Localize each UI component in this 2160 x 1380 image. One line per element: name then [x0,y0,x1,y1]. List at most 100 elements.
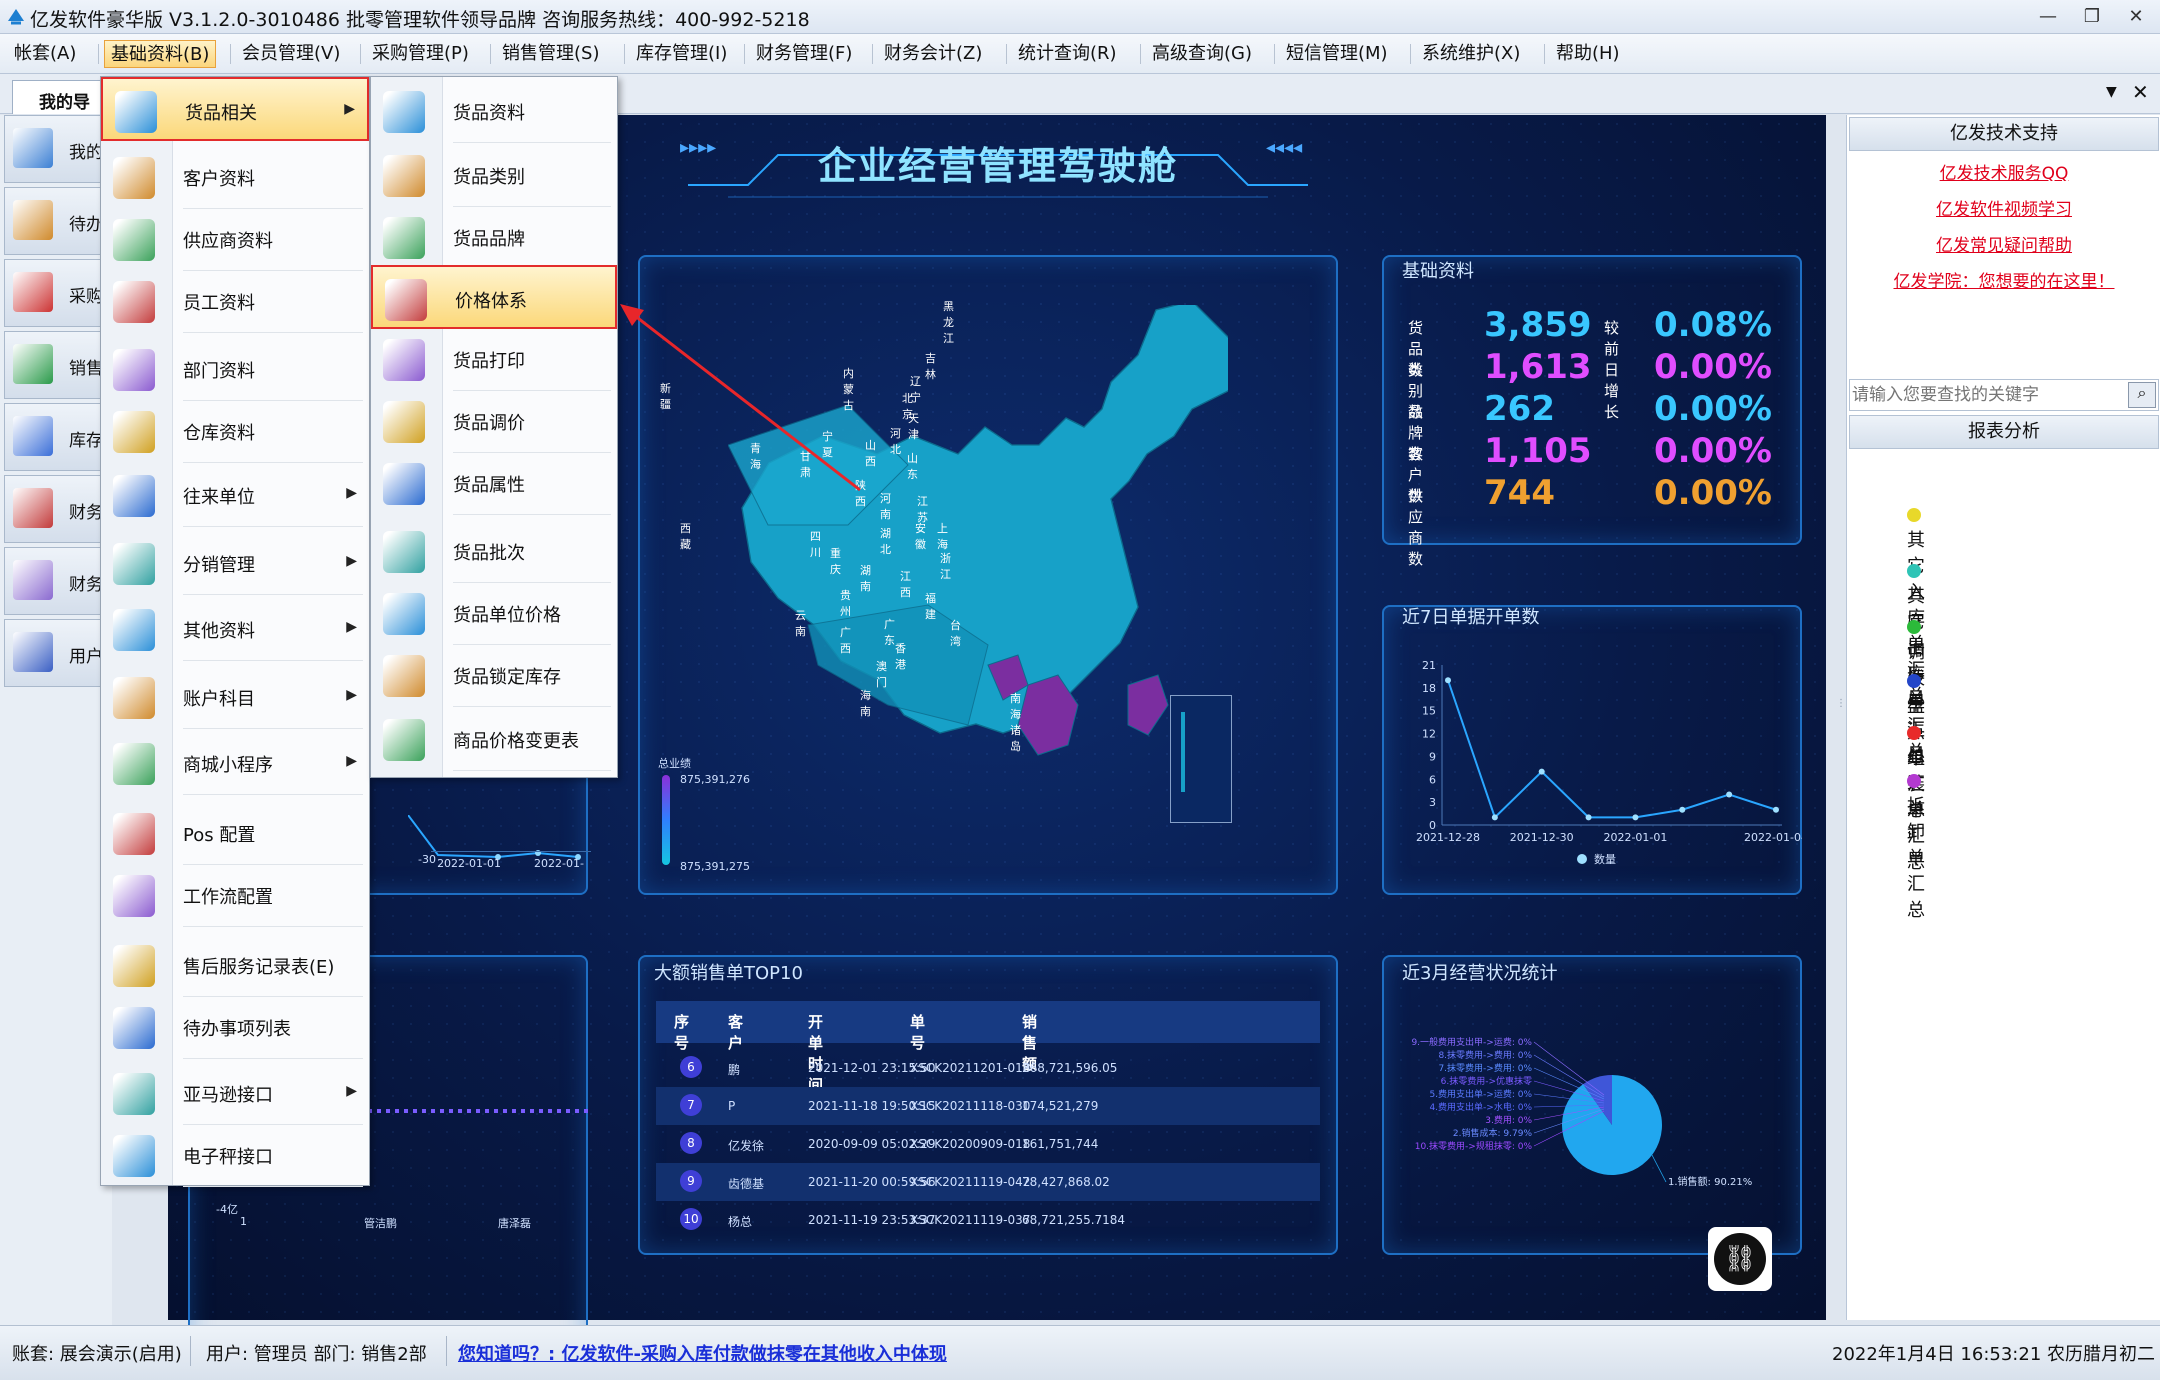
menu-10[interactable]: 短信管理(M) [1280,40,1394,68]
main_menu-item[interactable]: 账户科目 ▶ [101,665,369,729]
main_menu-item[interactable]: 商城小程序 ▶ [101,731,369,795]
menu-item-label: 货品属性 [453,475,525,496]
pie-label: 2.销售成本: 9.79% [1453,1127,1533,1139]
main_menu-item[interactable]: 往来单位 ▶ [101,463,369,527]
menu-11[interactable]: 系统维护(X) [1416,40,1526,68]
menu-separator [1140,44,1141,64]
data-point[interactable] [1538,768,1545,775]
seven-day-chart[interactable]: 2118151296302021-12-28 2021-12-30 2022-01-… [1382,625,1802,895]
left-nav-item[interactable]: 库存 [4,403,108,471]
row-number-badge: 8 [680,1132,702,1154]
sub_menu-item[interactable]: 价格体系 [371,265,617,329]
data-point[interactable] [1679,806,1686,813]
left-nav-item[interactable]: 待办 [4,187,108,255]
left-nav-item[interactable]: 财务 [4,547,108,615]
main_menu-item[interactable]: 分销管理 ▶ [101,531,369,595]
splitter-handle[interactable]: ⋮ [1836,699,1846,740]
main_menu-item[interactable]: 客户资料 [101,145,369,209]
goods-submenu: 货品资料 货品类别 货品品牌价格体系货品打印货品调价货品属性货品批次 货品单位价格 货品… [370,76,618,778]
main_menu-item[interactable]: 工作流配置 [101,863,369,927]
sub_menu-item[interactable]: 货品单位价格 [371,581,617,645]
main_menu-item[interactable]: 待办事项列表 [101,995,369,1059]
support-link[interactable]: 亿发常见疑问帮助 [1847,231,2160,256]
main_menu-item[interactable]: 电子秤接口 [101,1123,369,1187]
main_menu-item[interactable]: 部门资料 [101,337,369,401]
sub_menu-item[interactable]: 货品品牌 [371,205,617,269]
data-point[interactable] [1585,814,1592,821]
menu-divider [183,332,363,333]
report-item[interactable]: 拆卸单汇总 [1907,771,1937,922]
main_menu-item[interactable]: 仓库资料 [101,399,369,463]
pie-chart[interactable]: 9.一般费用支出甲->运费: 0%8.抹零费用->费用: 0%7.抹零费用->费… [1382,985,1802,1245]
menu-9[interactable]: 高级查询(G) [1146,40,1258,68]
menu-8[interactable]: 统计查询(R) [1012,40,1123,68]
sub_menu-item[interactable]: 货品资料 [371,79,617,143]
link-button[interactable]: ⛓ [1708,1227,1772,1291]
menu-1[interactable]: 基础资料(B) [104,40,217,68]
minimize-icon[interactable]: — [2028,4,2068,30]
menu-0[interactable]: 帐套(A) [8,40,82,68]
menu-item-label: 价格体系 [455,291,527,312]
support-link[interactable]: 亿发学院：您想要的在这里！ [1847,267,2160,292]
menu-7[interactable]: 财务会计(Z) [878,40,988,68]
left-nav-item[interactable]: 采购 [4,259,108,327]
left-nav-item[interactable]: 用户 [4,619,108,687]
data-point[interactable] [1445,677,1451,684]
left-nav-item[interactable]: 财务 [4,475,108,543]
sub_menu-item[interactable]: 货品调价 [371,389,617,453]
table-row[interactable]: 6 鹏 2021-12-01 23:15:50 XSCK20211201-018 268… [656,1049,1320,1087]
support-title: 亿发技术支持 [1849,117,2159,151]
close-icon[interactable]: ✕ [2116,4,2156,30]
tab-close-icon[interactable]: ✕ [2132,80,2149,104]
menu-3[interactable]: 采购管理(P) [366,40,475,68]
sub_menu-item[interactable]: 货品打印 [371,327,617,391]
menu-item-icon [383,155,425,197]
table-row[interactable]: 9 齿德基 2021-11-20 00:59:56 XSCK20211119-042 7… [656,1163,1320,1201]
main_menu-item[interactable]: 其他资料 ▶ [101,597,369,661]
main_menu-item[interactable]: 售后服务记录表(E) [101,933,369,997]
main_menu-item[interactable]: 供应商资料 [101,207,369,271]
main_menu-item[interactable]: 货品相关 ▶ [101,77,369,141]
menu-divider [453,770,611,771]
sub_menu-item[interactable]: 货品批次 [371,519,617,583]
tab-dropdown-icon[interactable]: ▼ [2106,84,2117,100]
sub_menu-item[interactable]: 商品价格变更表 [371,707,617,771]
menu-5[interactable]: 库存管理(I) [630,40,733,68]
support-link[interactable]: 亿发技术服务QQ [1847,159,2160,184]
main_menu-item[interactable]: Pos 配置 [101,801,369,865]
data-point[interactable] [1726,791,1733,798]
submenu-arrow-icon: ▶ [346,753,357,769]
left-nav-label: 采购 [69,287,103,307]
table-row[interactable]: 8 亿发徐 2020-09-09 05:02:29 XSCK20200909-018 1… [656,1125,1320,1163]
menu-12[interactable]: 帮助(H) [1550,40,1626,68]
status-tip-link[interactable]: 您知道吗？: 亿发软件-采购入库付款做抹零在其他收入中体现 [458,1340,947,1366]
data-point[interactable] [1773,806,1779,813]
support-link[interactable]: 亿发软件视频学习 [1847,195,2160,220]
data-point[interactable] [1491,814,1498,821]
table-row[interactable]: 7 P 2021-11-18 19:50:15 XSCK20211118-030 174… [656,1087,1320,1125]
left-nav-item[interactable]: 我的 [4,115,108,183]
menu-item-icon [383,719,425,761]
binoculars-icon[interactable]: ⌕ [2128,382,2156,408]
menu-item-label: 货品调价 [453,413,525,434]
sub_menu-item[interactable]: 货品类别 [371,143,617,207]
sub_menu-item[interactable]: 货品锁定库存 [371,643,617,707]
sub_menu-item[interactable]: 货品属性 [371,451,617,515]
province-label: 广西 [840,626,851,655]
main_menu-item[interactable]: 员工资料 [101,269,369,333]
menu-6[interactable]: 财务管理(F) [750,40,858,68]
title-bar: 亿发软件豪华版 V3.1.2.0-3010486 批零管理软件领导品牌 咨询服务… [0,0,2160,34]
restore-icon[interactable]: ❐ [2072,4,2112,30]
menu-item-label: 亚马逊接口 [183,1085,273,1106]
table-row[interactable]: 10 杨总 2021-11-19 23:53:37 XSCK20211119-037 6… [656,1201,1320,1239]
menu-2[interactable]: 会员管理(V) [236,40,346,68]
tab-my-navigation[interactable]: 我的导 [12,80,112,114]
main_menu-item[interactable]: 亚马逊接口 ▶ [101,1061,369,1125]
map-legend-bar[interactable] [662,775,670,865]
data-point[interactable] [1632,814,1639,821]
stat-value: 262 [1484,389,1555,429]
menu-4[interactable]: 销售管理(S) [496,40,605,68]
keyword-search-input[interactable] [1852,382,2120,408]
left-nav-item[interactable]: 销售 [4,331,108,399]
province-label: 湖南 [860,564,871,593]
